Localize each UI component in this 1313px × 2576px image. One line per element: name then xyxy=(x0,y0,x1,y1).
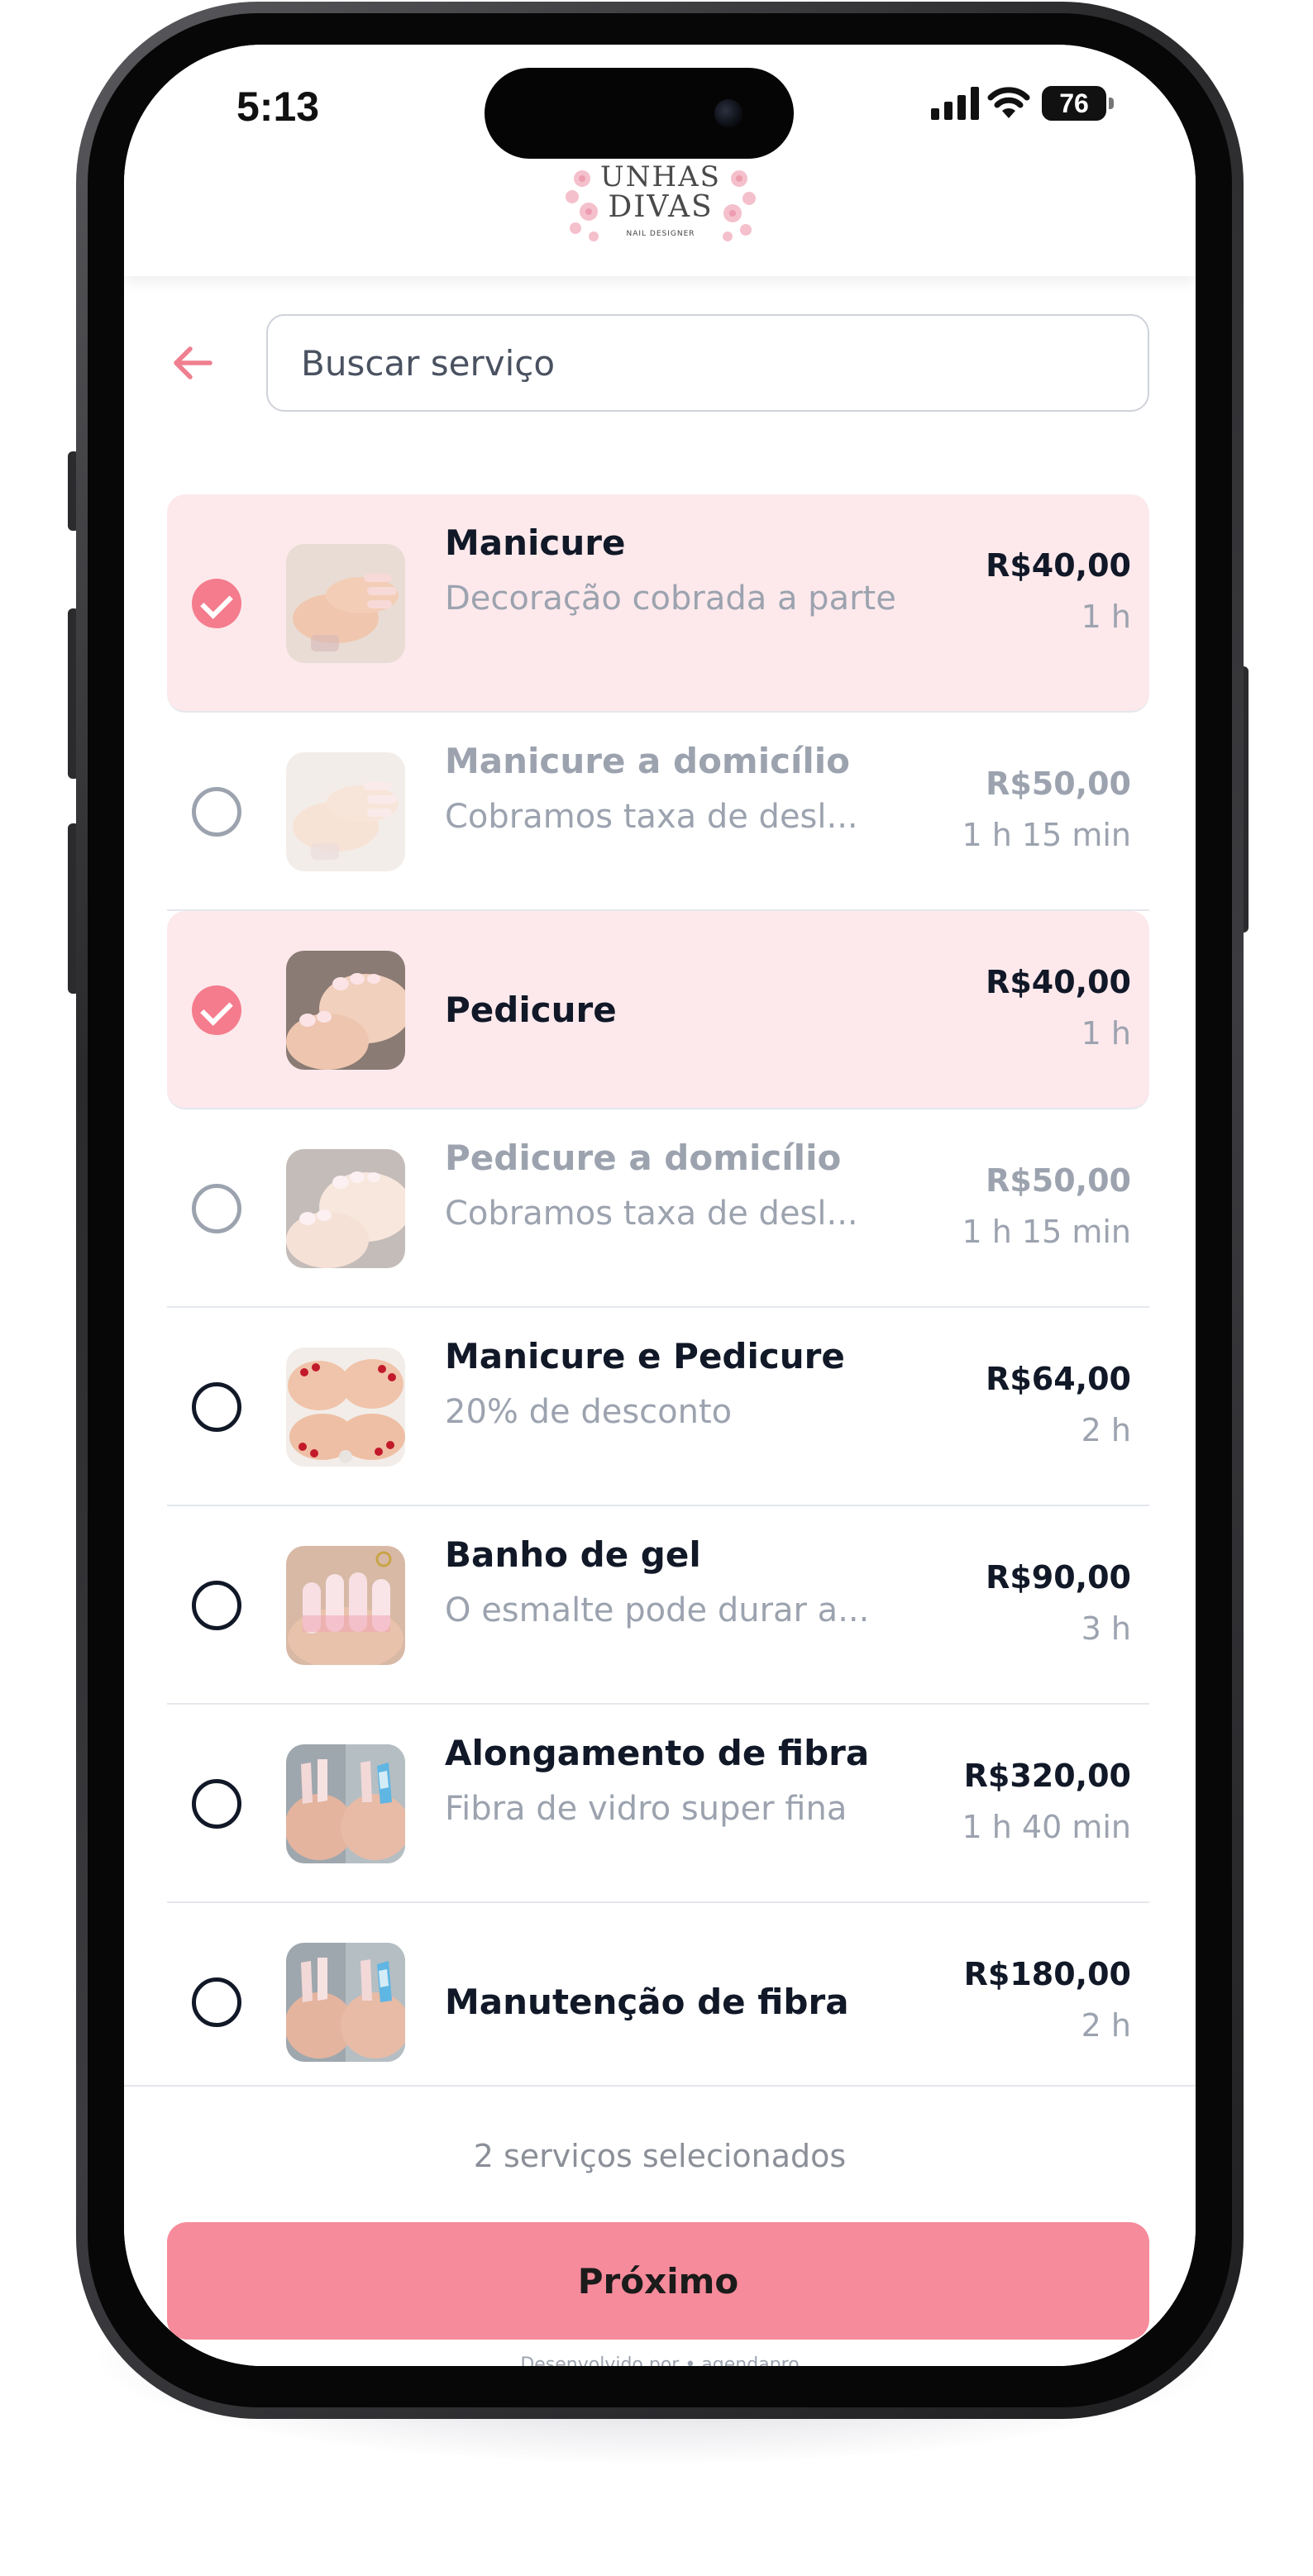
battery-level: 76 xyxy=(1059,88,1089,118)
front-camera xyxy=(714,99,742,127)
hands-manicure-photo xyxy=(286,544,405,663)
service-price: R$50,00 xyxy=(986,1162,1131,1199)
service-price-block: R$40,00 1 h xyxy=(986,547,1131,635)
service-thumbnail xyxy=(286,752,405,871)
service-price-block: R$180,00 2 h xyxy=(964,1956,1131,2044)
selected-count: 2 serviços selecionados xyxy=(473,2138,847,2174)
service-info: Pedicure xyxy=(445,911,949,1109)
service-price-block: R$40,00 1 h xyxy=(986,964,1131,1052)
service-duration: 2 h xyxy=(1081,2007,1131,2044)
back-arrow-icon[interactable] xyxy=(170,341,215,385)
feet-pedicure-photo xyxy=(286,1149,405,1268)
status-indicators: 76 xyxy=(931,86,1114,121)
service-duration: 1 h 15 min xyxy=(962,1214,1131,1250)
service-item[interactable]: Manicure e Pedicure 20% de desconto R$64,0… xyxy=(167,1308,1149,1506)
gel-nails-photo xyxy=(286,1546,405,1665)
service-price: R$40,00 xyxy=(986,964,1131,1000)
service-description: Fibra de vidro super fina xyxy=(445,1789,847,1828)
service-price-block: R$64,00 2 h xyxy=(986,1361,1131,1448)
service-description: Decoração cobrada a parte xyxy=(445,579,896,618)
service-name: Manicure e Pedicure xyxy=(445,1336,845,1376)
checked-radio-icon[interactable] xyxy=(192,985,241,1035)
service-duration: 2 h xyxy=(1081,1412,1131,1448)
service-duration: 1 h 40 min xyxy=(962,1809,1131,1845)
hands-manicure-photo xyxy=(286,752,405,871)
service-price: R$180,00 xyxy=(963,1956,1131,1992)
service-price: R$40,00 xyxy=(986,547,1131,584)
service-duration: 1 h 15 min xyxy=(962,817,1131,853)
service-description: 20% de desconto xyxy=(445,1392,733,1431)
footer-bar: 2 serviços selecionados Próximo Desenvol… xyxy=(124,2085,1196,2366)
service-list: Manicure Decoração cobrada a parte R$40,00… xyxy=(167,494,1149,2101)
fiber-nails-photo xyxy=(286,1943,405,2062)
service-description: Cobramos taxa de desl... xyxy=(445,1194,858,1233)
next-button[interactable]: Próximo xyxy=(167,2222,1149,2340)
service-price: R$90,00 xyxy=(986,1559,1131,1596)
fiber-nails-photo xyxy=(286,1744,405,1863)
service-info: Manicure Decoração cobrada a parte xyxy=(445,521,949,627)
service-description: Cobramos taxa de desl... xyxy=(445,797,858,836)
service-name: Banho de gel xyxy=(445,1534,701,1575)
radio-button[interactable] xyxy=(192,1382,241,1432)
checked-radio-icon[interactable] xyxy=(192,579,241,628)
service-description: O esmalte pode durar a... xyxy=(445,1591,870,1629)
service-item[interactable]: Manicure a domicílio Cobramos taxa de des… xyxy=(167,713,1149,911)
wifi-icon xyxy=(987,87,1030,118)
powered-by: Desenvolvido por • agendapro xyxy=(520,2354,800,2366)
radio-button[interactable] xyxy=(192,1977,241,2027)
service-info: Manutenção de fibra xyxy=(445,1903,949,2101)
service-name: Manicure a domicílio xyxy=(445,741,851,781)
service-price: R$50,00 xyxy=(986,766,1131,802)
service-thumbnail xyxy=(286,1546,405,1665)
status-time: 5:13 xyxy=(236,83,320,130)
service-name: Manutenção de fibra xyxy=(445,1981,849,2022)
service-price-block: R$50,00 1 h 15 min xyxy=(962,1162,1131,1250)
radio-button[interactable] xyxy=(192,1779,241,1829)
dynamic-island xyxy=(485,68,794,159)
service-name: Alongamento de fibra xyxy=(445,1733,870,1773)
service-thumbnail xyxy=(286,544,405,663)
battery-icon: 76 xyxy=(1042,86,1114,121)
service-info: Manicure e Pedicure 20% de desconto xyxy=(445,1334,949,1441)
service-info: Pedicure a domicílio Cobramos taxa de des… xyxy=(445,1136,949,1243)
radio-button[interactable] xyxy=(192,1184,241,1233)
logo-text-line2: DIVAS xyxy=(608,190,714,224)
service-thumbnail xyxy=(286,1348,405,1467)
screen: UNHAS DIVAS NAIL DESIGNER 5:13 76 Manicu… xyxy=(124,45,1196,2366)
cellular-signal-icon xyxy=(931,87,979,120)
service-item[interactable]: Pedicure a domicílio Cobramos taxa de des… xyxy=(167,1109,1149,1308)
service-duration: 1 h xyxy=(1081,599,1131,635)
red-nails-photo xyxy=(286,1348,405,1467)
service-price: R$320,00 xyxy=(963,1758,1131,1794)
service-name: Manicure xyxy=(445,522,626,563)
feet-pedicure-photo xyxy=(286,951,405,1070)
logo-subtitle: NAIL DESIGNER xyxy=(626,230,695,238)
search-input[interactable] xyxy=(301,342,1115,384)
logo-text-line1: UNHAS xyxy=(600,160,721,193)
service-price-block: R$320,00 1 h 40 min xyxy=(962,1758,1131,1845)
service-name: Pedicure xyxy=(445,989,617,1030)
service-price-block: R$50,00 1 h 15 min xyxy=(962,766,1131,853)
radio-button[interactable] xyxy=(192,1581,241,1630)
radio-button[interactable] xyxy=(192,787,241,837)
service-price-block: R$90,00 3 h xyxy=(986,1559,1131,1647)
service-duration: 3 h xyxy=(1081,1610,1131,1647)
service-thumbnail xyxy=(286,951,405,1070)
service-item[interactable]: Pedicure R$40,00 1 h xyxy=(167,911,1149,1109)
service-item[interactable]: Banho de gel O esmalte pode durar a... R$9… xyxy=(167,1506,1149,1705)
service-item[interactable]: Manicure Decoração cobrada a parte R$40,00… xyxy=(167,494,1149,713)
service-price: R$64,00 xyxy=(986,1361,1131,1397)
service-thumbnail xyxy=(286,1943,405,2062)
service-info: Alongamento de fibra Fibra de vidro super… xyxy=(445,1731,949,1838)
service-thumbnail xyxy=(286,1744,405,1863)
search-field[interactable] xyxy=(266,314,1149,412)
service-info: Manicure a domicílio Cobramos taxa de des… xyxy=(445,739,949,846)
service-name: Pedicure a domicílio xyxy=(445,1138,842,1178)
service-info: Banho de gel O esmalte pode durar a... xyxy=(445,1533,949,1639)
service-duration: 1 h xyxy=(1081,1015,1131,1052)
brand-logo: UNHAS DIVAS NAIL DESIGNER xyxy=(557,154,764,251)
service-item[interactable]: Manutenção de fibra R$180,00 2 h xyxy=(167,1903,1149,2101)
service-thumbnail xyxy=(286,1149,405,1268)
service-item[interactable]: Alongamento de fibra Fibra de vidro super… xyxy=(167,1705,1149,1903)
